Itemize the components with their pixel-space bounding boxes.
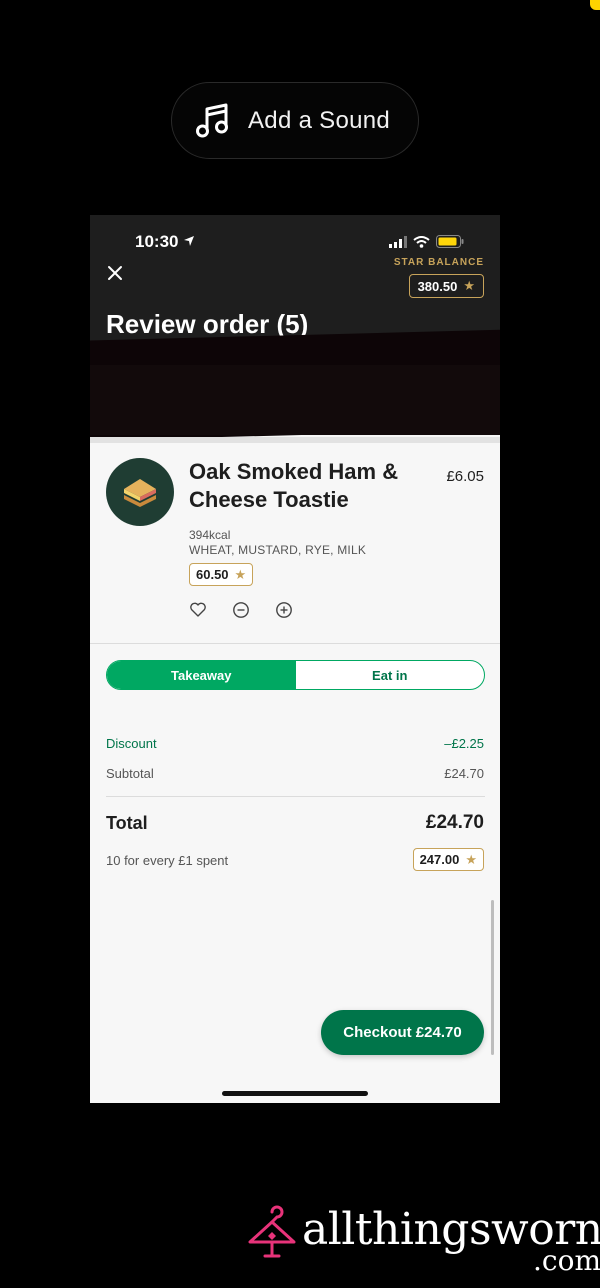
redaction-overlay bbox=[90, 365, 500, 435]
star-icon: ★ bbox=[234, 566, 247, 582]
item-name: Oak Smoked Ham & Cheese Toastie bbox=[189, 459, 399, 512]
total-label: Total bbox=[106, 813, 148, 833]
eat-in-option[interactable]: Eat in bbox=[296, 661, 485, 689]
item-allergens: WHEAT, MUSTARD, RYE, MILK bbox=[189, 543, 367, 557]
summary-divider bbox=[106, 796, 485, 797]
close-icon[interactable] bbox=[106, 264, 124, 282]
item-stars-value: 60.50 bbox=[196, 567, 229, 582]
status-time: 10:30 bbox=[135, 232, 179, 251]
corner-indicator bbox=[590, 0, 600, 10]
watermark: allthingsworn .com bbox=[245, 1202, 600, 1277]
sandwich-icon bbox=[124, 479, 156, 507]
star-balance-badge[interactable]: 380.50 ★ bbox=[408, 274, 484, 298]
subtotal-label: Subtotal bbox=[106, 766, 154, 781]
earn-stars-value: 247.00 bbox=[419, 852, 460, 867]
item-actions bbox=[189, 601, 293, 619]
music-note-icon bbox=[196, 103, 228, 137]
earn-stars-badge: 247.00 ★ bbox=[412, 848, 484, 871]
battery-icon bbox=[436, 235, 464, 248]
total-value: £24.70 bbox=[425, 812, 484, 833]
add-sound-label: Add a Sound bbox=[248, 106, 391, 134]
item-price: £6.05 bbox=[446, 468, 484, 485]
status-icons bbox=[389, 235, 464, 248]
add-sound-button[interactable]: Add a Sound bbox=[171, 82, 419, 159]
star-balance-value: 380.50 bbox=[417, 278, 458, 294]
section-divider bbox=[90, 643, 500, 644]
wifi-icon bbox=[413, 235, 430, 248]
decrease-quantity-icon[interactable] bbox=[232, 601, 250, 619]
order-mode-toggle: Takeaway Eat in bbox=[106, 660, 485, 690]
checkout-button[interactable]: Checkout £24.70 bbox=[321, 1010, 484, 1055]
discount-label: Discount bbox=[106, 736, 157, 751]
home-indicator[interactable] bbox=[222, 1091, 368, 1096]
heart-icon[interactable] bbox=[189, 601, 207, 619]
takeaway-option[interactable]: Takeaway bbox=[107, 661, 296, 689]
item-calories: 394kcal bbox=[189, 528, 231, 542]
hanger-logo-icon bbox=[248, 1205, 296, 1258]
item-stars-badge: 60.50 ★ bbox=[189, 563, 254, 586]
star-icon: ★ bbox=[463, 278, 475, 293]
watermark-suffix: .com bbox=[533, 1244, 600, 1277]
earn-rate-label: 10 for every £1 spent bbox=[106, 853, 229, 868]
discount-value: –£2.25 bbox=[444, 736, 484, 751]
subtotal-value: £24.70 bbox=[444, 766, 484, 781]
scrollbar[interactable] bbox=[491, 900, 494, 1055]
star-icon: ★ bbox=[465, 851, 477, 867]
signal-icon bbox=[389, 235, 407, 248]
increase-quantity-icon[interactable] bbox=[275, 601, 293, 619]
location-arrow-icon bbox=[184, 236, 194, 246]
star-balance-label: STAR BALANCE bbox=[393, 257, 484, 268]
item-image bbox=[106, 458, 174, 526]
section-divider bbox=[90, 437, 500, 443]
phone-screen: 10:30 STAR BALANCE 380.50 ★ Review order… bbox=[90, 215, 500, 1103]
